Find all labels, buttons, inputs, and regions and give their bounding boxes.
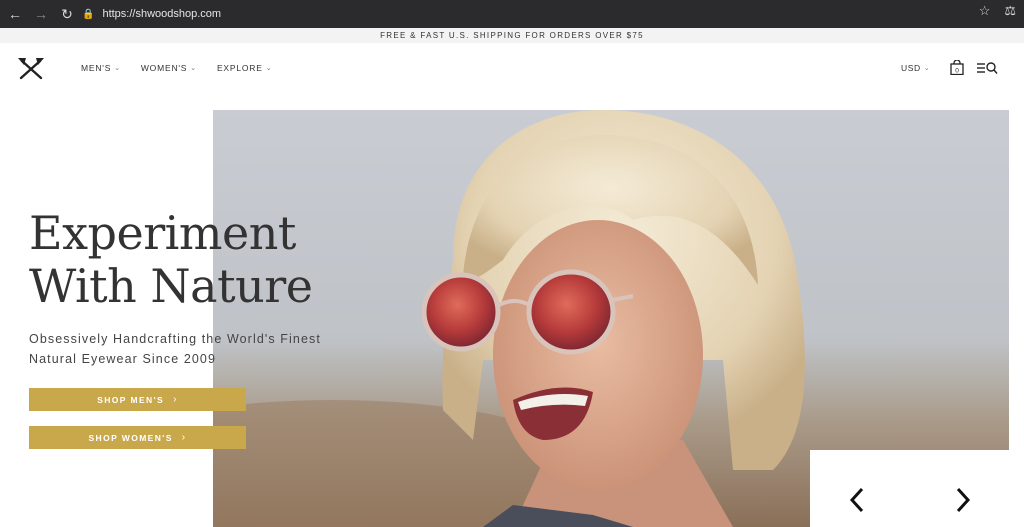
- chevron-right-icon: ›: [173, 394, 178, 405]
- menu-item-label: WOMEN'S: [140, 63, 188, 73]
- hero-headline: Experiment With Nature: [29, 207, 349, 313]
- shop-mens-button[interactable]: SHOP MEN'S ›: [29, 388, 246, 411]
- button-label: SHOP WOMEN'S: [88, 432, 173, 443]
- lock-icon: 🔒: [82, 8, 95, 20]
- reload-icon[interactable]: ↻: [56, 3, 78, 25]
- shop-womens-button[interactable]: SHOP WOMEN'S ›: [29, 426, 246, 449]
- slider-controls: [810, 450, 1024, 527]
- back-arrow-icon[interactable]: ←: [4, 3, 26, 25]
- forward-arrow-icon[interactable]: →: [30, 3, 52, 25]
- hero-subheading: Obsessively Handcrafting the World's Fin…: [29, 329, 349, 369]
- menu-item-label: MEN'S: [81, 63, 112, 73]
- menu-item-label: EXPLORE: [216, 63, 263, 73]
- chevron-down-icon: ⌄: [923, 65, 931, 72]
- cart-count: 0: [955, 67, 959, 74]
- promo-text: FREE & FAST U.S. SHIPPING FOR ORDERS OVE…: [380, 31, 644, 40]
- chevron-down-icon: ⌄: [114, 65, 121, 72]
- chevron-down-icon: ⌄: [265, 65, 273, 72]
- button-label: SHOP MEN'S: [97, 394, 165, 405]
- currency-selector[interactable]: USD ⌄: [901, 63, 930, 73]
- site-header: MEN'S ⌄ WOMEN'S ⌄ EXPLORE ⌄ USD ⌄ 0: [0, 43, 1024, 110]
- shopping-bag-icon[interactable]: 0: [950, 60, 964, 75]
- crossed-axes-logo-icon[interactable]: [16, 56, 46, 80]
- menu-item-explore[interactable]: EXPLORE ⌄: [217, 63, 272, 73]
- menu-item-womens[interactable]: WOMEN'S ⌄: [141, 63, 197, 73]
- chevron-down-icon: ⌄: [190, 65, 197, 72]
- menu-search-icon[interactable]: [977, 61, 998, 75]
- hero-headline-line: Experiment: [29, 206, 296, 260]
- hero-subheading-line: Natural Eyewear Since 2009: [29, 352, 217, 366]
- promo-bar: FREE & FAST U.S. SHIPPING FOR ORDERS OVE…: [0, 28, 1024, 43]
- chevron-right-icon: ›: [181, 432, 187, 443]
- hero-section: Experiment With Nature Obsessively Handc…: [0, 110, 1024, 527]
- main-menu: MEN'S ⌄ WOMEN'S ⌄ EXPLORE ⌄: [81, 63, 272, 73]
- hero-subheading-line: Obsessively Handcrafting the World's Fin…: [29, 332, 321, 346]
- hero-headline-line: With Nature: [29, 259, 313, 313]
- address-bar[interactable]: 🔒 https://shwoodshop.com: [82, 4, 980, 24]
- previous-slide-arrow-icon[interactable]: [844, 483, 872, 517]
- star-icon[interactable]: ☆: [979, 3, 991, 19]
- url-text: https://shwoodshop.com: [102, 8, 222, 20]
- currency-label: USD: [901, 63, 921, 73]
- menu-item-mens[interactable]: MEN'S ⌄: [81, 63, 121, 73]
- extension-icon[interactable]: ⚖: [1004, 3, 1016, 19]
- browser-toolbar: ← → ↻ 🔒 https://shwoodshop.com ☆ ⚖: [0, 0, 1024, 28]
- next-slide-arrow-icon[interactable]: [948, 483, 976, 517]
